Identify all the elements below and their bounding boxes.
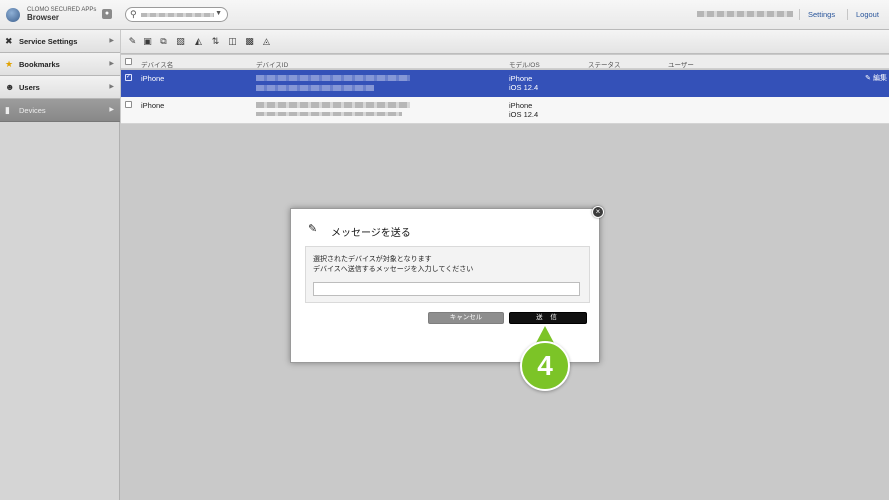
- current-user-redacted: [697, 11, 793, 17]
- device-model: iPhone: [509, 74, 533, 83]
- sync-icon[interactable]: ⇅: [210, 36, 221, 47]
- column-header[interactable]: ステータス: [588, 59, 621, 69]
- device-os: iOS 12.4: [509, 83, 539, 92]
- table-row[interactable]: ✓ iPhone iPhone iOS 12.4 ✎ 編集: [121, 70, 889, 97]
- description-line: 選択されたデバイスが対象となります: [313, 256, 432, 263]
- device-toolbar: ✎ ▣ ⧉ ▧ ◭ ⇅ ◫ ▩ ◬: [121, 30, 889, 54]
- chevron-right-icon: ▶: [109, 38, 114, 44]
- device-id-redacted: [256, 102, 410, 108]
- table-header: デバイス名 デバイスID モデル/OS ステータス ユーザー: [121, 55, 889, 69]
- cancel-button[interactable]: キャンセル: [428, 312, 504, 324]
- message-input[interactable]: [313, 282, 580, 296]
- sidebar-item-label: Service Settings: [19, 37, 78, 46]
- top-bar: CLOMO SECURED APPs Browser ● ⚲ ▼ Setting…: [0, 0, 889, 30]
- dialog-title: メッセージを送る: [331, 228, 411, 239]
- search-icon: ⚲: [130, 9, 137, 19]
- row-checkbox[interactable]: ✓: [125, 74, 132, 81]
- dialog-body: 選択されたデバイスが対象となります デバイスへ送信するメッセージを入力してくださ…: [305, 246, 590, 303]
- close-icon[interactable]: ×: [592, 206, 604, 218]
- edit-label: 編集: [873, 75, 887, 82]
- device-settings-icon[interactable]: ◫: [227, 36, 238, 47]
- column-header[interactable]: ユーザー: [668, 59, 694, 69]
- sidebar: ✖ Service Settings ▶ ★ Bookmarks ▶ ☻ Use…: [0, 30, 120, 500]
- device-name: iPhone: [141, 101, 165, 110]
- device-os: iOS 12.4: [509, 110, 539, 119]
- trash-icon[interactable]: ▣: [142, 36, 153, 47]
- copy-icon[interactable]: ⧉: [158, 36, 169, 47]
- step-number-badge: 4: [520, 341, 570, 391]
- send-message-icon[interactable]: ▩: [244, 36, 255, 47]
- device-name: iPhone: [141, 74, 165, 83]
- lock-device-icon[interactable]: ▧: [175, 36, 186, 47]
- user-icon: ☻: [5, 82, 15, 92]
- sidebar-item-service-settings[interactable]: ✖ Service Settings ▶: [0, 30, 120, 53]
- pencil-icon: ✎: [865, 75, 872, 82]
- description-line: デバイスへ送信するメッセージを入力してください: [313, 265, 474, 273]
- sidebar-item-users[interactable]: ☻ Users ▶: [0, 76, 120, 99]
- chevron-right-icon: ▶: [109, 84, 114, 90]
- chevron-right-icon: ▶: [109, 107, 114, 113]
- app-subtitle: Browser: [27, 13, 60, 22]
- column-header[interactable]: デバイス名: [141, 59, 173, 69]
- chevron-down-icon: ▼: [215, 10, 222, 17]
- device-id-redacted: [256, 75, 410, 81]
- chevron-right-icon: ▶: [109, 61, 114, 67]
- sidebar-item-devices[interactable]: ▮ Devices ▶: [0, 99, 120, 122]
- sidebar-item-label: Users: [19, 83, 40, 92]
- select-all-checkbox[interactable]: [125, 58, 132, 65]
- divider: [799, 9, 800, 20]
- row-checkbox[interactable]: [125, 101, 132, 108]
- scope-search-select[interactable]: ⚲ ▼: [125, 7, 228, 22]
- device-id-redacted: [256, 85, 374, 91]
- app-logo-icon: [6, 8, 20, 22]
- message-pencil-icon: ✎: [308, 223, 318, 235]
- sidebar-item-label: Bookmarks: [19, 60, 60, 69]
- settings-link[interactable]: Settings: [808, 10, 835, 19]
- logout-link[interactable]: Logout: [856, 10, 879, 19]
- account-icon[interactable]: ●: [102, 9, 112, 19]
- row-edit-link[interactable]: ✎ 編集: [865, 73, 887, 83]
- scope-value-redacted: [141, 13, 214, 17]
- device-action-icon[interactable]: ◭: [193, 36, 204, 47]
- divider: [847, 9, 848, 20]
- device-id-redacted: [256, 112, 402, 116]
- sidebar-item-label: Devices: [19, 106, 46, 115]
- sidebar-item-bookmarks[interactable]: ★ Bookmarks ▶: [0, 53, 120, 76]
- device-info-icon[interactable]: ◬: [261, 36, 272, 47]
- edit-icon[interactable]: ✎: [127, 36, 138, 47]
- device-icon: ▮: [5, 105, 10, 115]
- wrench-screwdriver-icon: ✖: [5, 36, 13, 46]
- column-header[interactable]: デバイスID: [256, 59, 288, 69]
- send-button[interactable]: 送 信: [509, 312, 587, 324]
- table-row[interactable]: iPhone iPhone iOS 12.4: [121, 97, 889, 124]
- dialog-description: 選択されたデバイスが対象となります デバイスへ送信するメッセージを入力してくださ…: [313, 255, 473, 274]
- star-icon: ★: [5, 59, 14, 69]
- device-model: iPhone: [509, 101, 533, 110]
- column-header[interactable]: モデル/OS: [509, 59, 540, 69]
